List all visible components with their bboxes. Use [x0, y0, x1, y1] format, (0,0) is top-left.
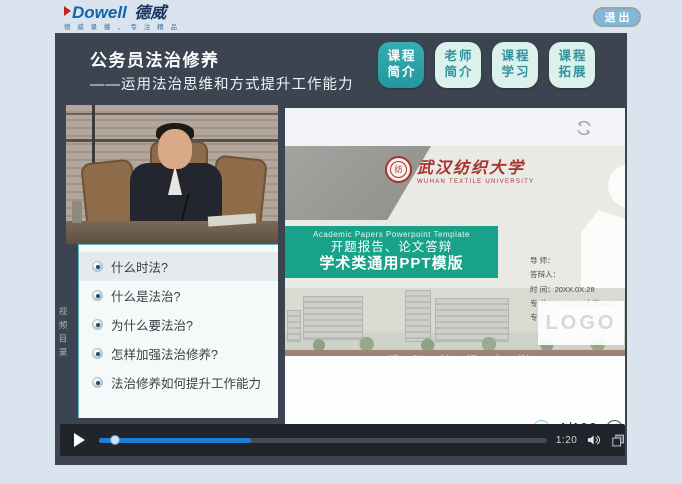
player-bar: 1:20: [60, 424, 625, 456]
chapter-item-3[interactable]: 为什么要法治?: [79, 310, 278, 339]
chapter-label: 什么时法?: [111, 257, 168, 276]
desk: [66, 221, 278, 244]
radio-bullet-icon: [92, 319, 103, 330]
speaker-video[interactable]: [66, 105, 278, 244]
chapter-item-4[interactable]: 怎样加强法治修养?: [79, 339, 278, 368]
tab-label: 拓展: [556, 65, 587, 81]
university-name-cn: 武汉纺织大学: [417, 154, 534, 178]
info-date: 时 间：20XX.0X.28: [530, 283, 625, 297]
tab-course-intro[interactable]: 课程 简介: [378, 42, 424, 88]
tab-label: 老师: [442, 49, 473, 65]
university-seal-icon: 纺: [385, 156, 412, 183]
tab-label: 学习: [499, 65, 530, 81]
chapter-item-2[interactable]: 什么是法治?: [79, 281, 278, 310]
slide-content: 纺 武汉纺织大学 WUHAN TEXTILE UNIVERSITY Academ…: [285, 146, 625, 356]
refresh-icon[interactable]: [575, 119, 593, 137]
progress-bar[interactable]: [99, 438, 547, 443]
slide-title-banner: Academic Papers Powerpoint Template 开题报告…: [285, 226, 498, 278]
banner-line-cn2: 学术类通用PPT模版: [319, 255, 463, 274]
player-playhead[interactable]: [110, 435, 120, 445]
brand-name-en: Dowell: [72, 3, 127, 22]
tab-label: 简介: [442, 65, 473, 81]
app-window: Dowell 德威 德 威 录 播 ， 专 注 精 品 退出 公务员法治修养 —…: [0, 0, 682, 484]
play-button[interactable]: [74, 433, 85, 447]
speaker-face: [158, 129, 192, 169]
tab-label: 课程: [385, 49, 416, 65]
slide-toolbar: [285, 108, 625, 146]
video-menu-side-label: 视频目录: [57, 307, 69, 361]
slide-viewer: 纺 武汉纺织大学 WUHAN TEXTILE UNIVERSITY Academ…: [285, 108, 625, 451]
player-progress-fill: [99, 438, 251, 443]
tab-course-extend[interactable]: 课程 拓展: [549, 42, 595, 88]
radio-bullet-icon: [92, 348, 103, 359]
info-advisor: 导 师：: [530, 254, 625, 268]
radio-bullet-icon: [92, 261, 103, 272]
chapter-item-1[interactable]: 什么时法?: [79, 252, 278, 281]
university-header: 纺 武汉纺织大学 WUHAN TEXTILE UNIVERSITY: [385, 154, 534, 185]
tab-label: 课程: [499, 49, 530, 65]
course-subtitle: ——运用法治思维和方式提升工作能力: [90, 73, 354, 94]
person-silhouette-icon: [608, 164, 625, 208]
brand-flag-icon: [64, 6, 71, 16]
course-title: 公务员法治修养: [90, 46, 220, 71]
brand-logo: Dowell 德威 德 威 录 播 ， 专 注 精 品: [64, 4, 179, 32]
seal-glyph: 纺: [390, 161, 407, 178]
tab-course-study[interactable]: 课程 学习: [492, 42, 538, 88]
chapter-item-5[interactable]: 法治修养如何提升工作能力: [79, 368, 278, 397]
time-label: 1:20: [556, 435, 577, 446]
chapter-label: 为什么要法治?: [111, 315, 193, 334]
radio-bullet-icon: [92, 290, 103, 301]
radio-bullet-icon: [92, 377, 103, 388]
banner-line-cn1: 开题报告、论文答辩: [331, 240, 453, 256]
tab-teacher-intro[interactable]: 老师 简介: [435, 42, 481, 88]
banner-line-en: Academic Papers Powerpoint Template: [313, 230, 470, 240]
window-blind: [66, 113, 278, 115]
main-panel: 公务员法治修养 ——运用法治思维和方式提升工作能力 课程 简介 老师 简介 课程…: [55, 33, 627, 465]
university-name-en: WUHAN TEXTILE UNIVERSITY: [417, 179, 534, 185]
layers-icon[interactable]: [611, 433, 625, 448]
tab-label: 简介: [385, 65, 416, 81]
info-defender: 答辩人：: [530, 268, 625, 282]
brand-name-cn: 德威: [134, 5, 166, 22]
chapter-label: 法治修养如何提升工作能力: [111, 373, 261, 392]
volume-icon[interactable]: [586, 432, 601, 448]
chapter-list: 什么时法? 什么是法治? 为什么要法治? 怎样加强法治修养? 法治修养如何提升工…: [78, 244, 278, 418]
chapter-label: 什么是法治?: [111, 286, 180, 305]
chapter-label: 怎样加强法治修养?: [111, 344, 218, 363]
tab-label: 课程: [556, 49, 587, 65]
cup: [72, 201, 82, 223]
logo-placeholder: LOGO: [538, 301, 624, 345]
exit-button[interactable]: 退出: [593, 7, 641, 27]
brand-tagline: 德 威 录 播 ， 专 注 精 品: [64, 25, 179, 32]
